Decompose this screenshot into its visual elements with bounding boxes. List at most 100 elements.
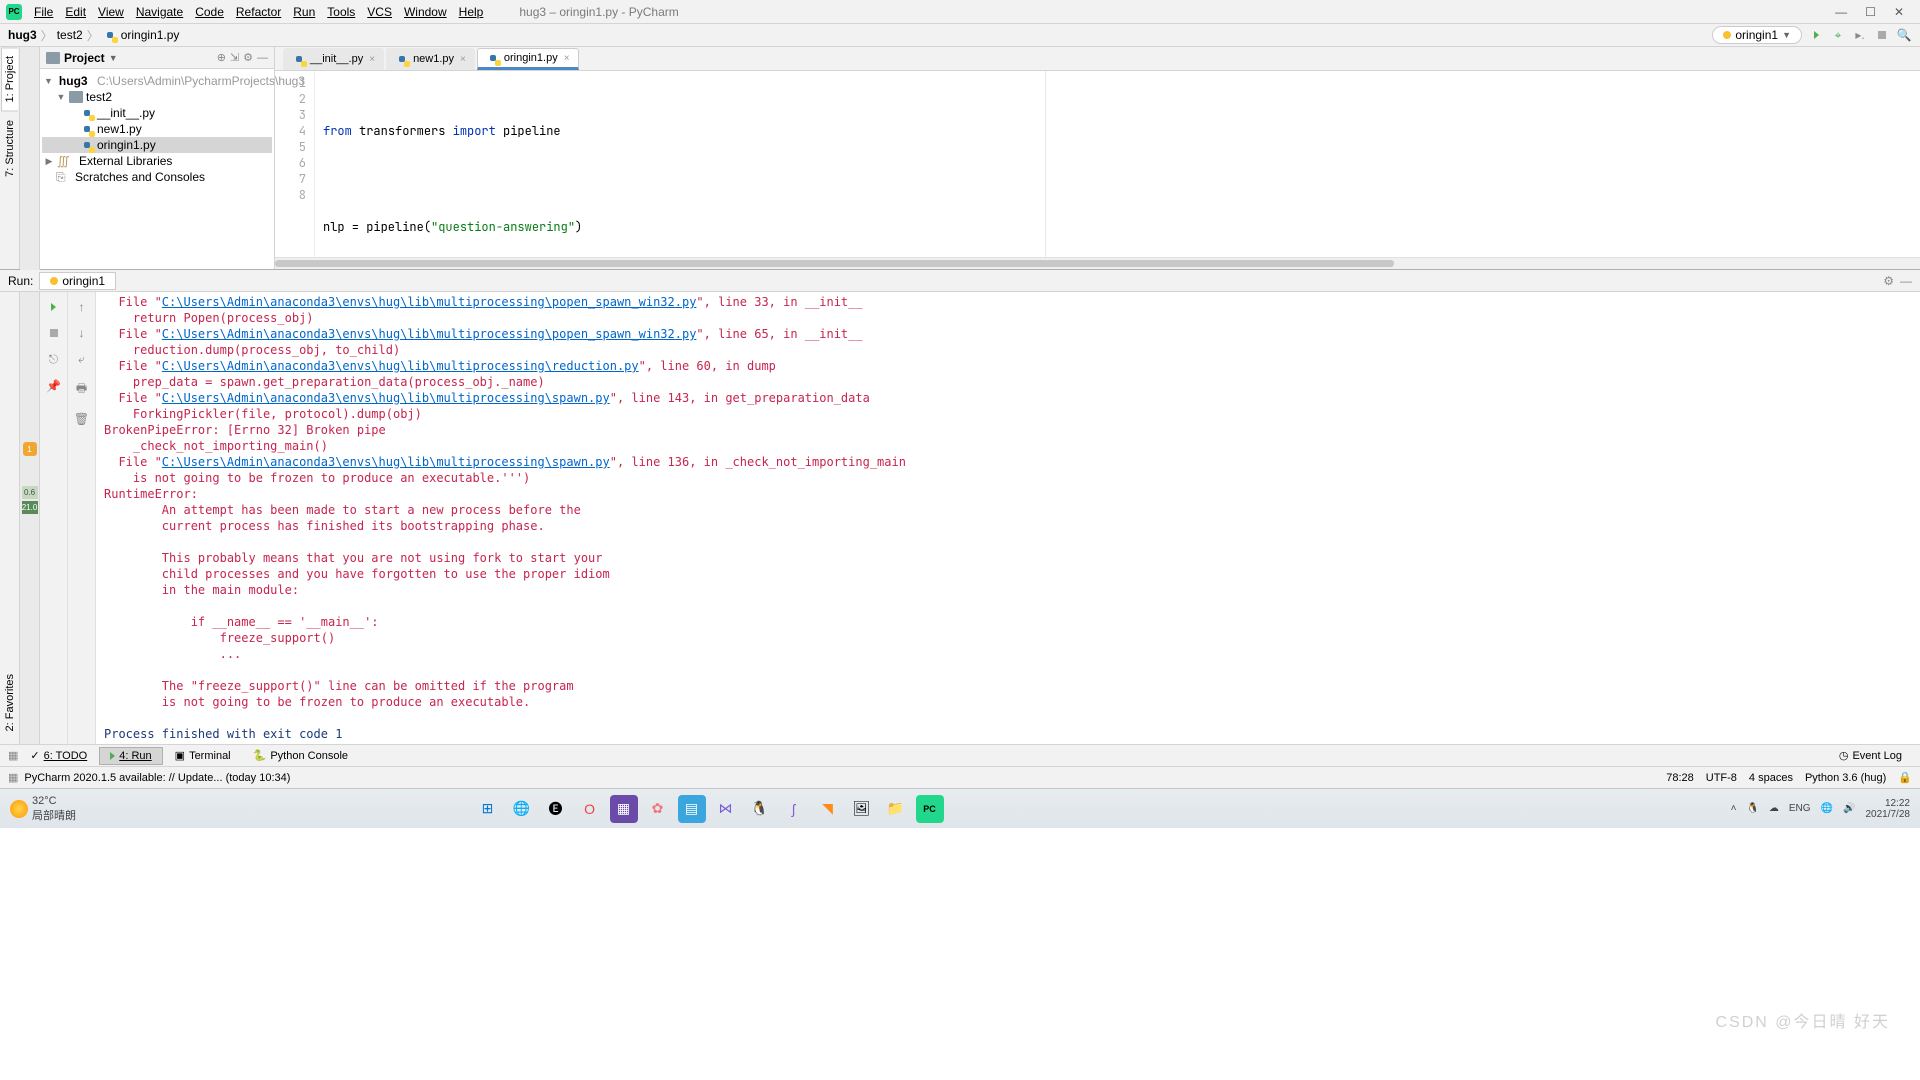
editor-tab[interactable]: new1.py×	[386, 48, 475, 70]
indent-setting[interactable]: 4 spaces	[1749, 772, 1793, 784]
rerun-button[interactable]	[51, 300, 56, 314]
menu-edit[interactable]: Edit	[59, 3, 92, 21]
stack-trace-link[interactable]: C:\Users\Admin\anaconda3\envs\hug\lib\mu…	[162, 295, 697, 309]
menu-run[interactable]: Run	[287, 3, 321, 21]
tool-tab-favorites[interactable]: 2: Favorites	[1, 665, 19, 740]
app-icon[interactable]: ʃ	[780, 795, 808, 823]
menu-refactor[interactable]: Refactor	[230, 3, 287, 21]
tab-python-console[interactable]: 🐍 Python Console	[243, 747, 358, 764]
breadcrumb-folder[interactable]: test2	[57, 28, 83, 42]
run-tab[interactable]: oringin1	[39, 272, 116, 290]
search-everywhere-icon[interactable]: 🔍	[1896, 27, 1912, 43]
stack-trace-link[interactable]: C:\Users\Admin\anaconda3\envs\hug\lib\mu…	[162, 391, 610, 405]
status-menu-icon[interactable]: ▦	[8, 771, 18, 784]
edge-icon[interactable]: 🅔	[542, 795, 570, 823]
tray-ime[interactable]: ENG	[1789, 803, 1811, 814]
close-tab-icon[interactable]: ×	[460, 54, 466, 65]
python-interpreter[interactable]: Python 3.6 (hug)	[1805, 772, 1886, 784]
status-update[interactable]: PyCharm 2020.1.5 available: // Update...…	[24, 772, 290, 784]
expand-icon[interactable]: ⇲	[230, 51, 239, 64]
up-button[interactable]: ↑	[79, 300, 85, 314]
tab-todo[interactable]: ✓ 6: TODO	[20, 747, 97, 764]
vscode-icon[interactable]: ⋈	[712, 795, 740, 823]
menu-file[interactable]: File	[28, 3, 59, 21]
menu-navigate[interactable]: Navigate	[130, 3, 189, 21]
pin-button[interactable]: 📌	[46, 379, 61, 393]
clear-button[interactable]: 🗑	[74, 412, 89, 426]
qq-icon[interactable]: 🐧	[746, 795, 774, 823]
gear-icon[interactable]: ⚙	[243, 51, 253, 64]
locate-icon[interactable]: ⊕	[217, 51, 226, 64]
hide-icon[interactable]: —	[1900, 274, 1912, 288]
tray-chevron-icon[interactable]: ˄	[1731, 803, 1737, 814]
tray-volume-icon[interactable]: 🔊	[1843, 803, 1855, 814]
pycharm-taskbar-icon[interactable]: PC	[916, 795, 944, 823]
breadcrumb-file[interactable]: oringin1.py	[121, 28, 180, 42]
soft-wrap-button[interactable]: ⤶	[78, 352, 85, 367]
app-icon[interactable]: ▤	[678, 795, 706, 823]
start-button[interactable]: ⊞	[474, 795, 502, 823]
run-config-selector[interactable]: oringin1 ▼	[1712, 26, 1802, 44]
menu-view[interactable]: View	[92, 3, 130, 21]
stop-button[interactable]	[50, 326, 58, 340]
stack-trace-link[interactable]: C:\Users\Admin\anaconda3\envs\hug\lib\mu…	[162, 327, 697, 341]
tree-file[interactable]: new1.py	[42, 121, 272, 137]
tray-time[interactable]: 12:22	[1865, 798, 1910, 809]
exit-button[interactable]: ⎋	[49, 352, 59, 367]
tree-file[interactable]: __init__.py	[42, 105, 272, 121]
stack-trace-link[interactable]: C:\Users\Admin\anaconda3\envs\hug\lib\mu…	[162, 455, 610, 469]
tray-cloud-icon[interactable]: ☁	[1769, 803, 1779, 814]
close-tab-icon[interactable]: ×	[564, 53, 570, 64]
taskbar-weather[interactable]: 32°C局部晴朗	[10, 795, 76, 823]
tab-event-log[interactable]: ◷ Event Log	[1829, 747, 1912, 764]
pictures-icon[interactable]: 🖼	[848, 795, 876, 823]
tray-date[interactable]: 2021/7/28	[1865, 809, 1910, 820]
menu-code[interactable]: Code	[189, 3, 230, 21]
coverage-button[interactable]: ▸.	[1852, 27, 1868, 43]
stack-trace-link[interactable]: C:\Users\Admin\anaconda3\envs\hug\lib\mu…	[162, 359, 639, 373]
menu-vcs[interactable]: VCS	[361, 3, 398, 21]
chevron-down-icon: ▼	[1782, 30, 1791, 40]
lock-icon[interactable]: 🔒	[1898, 771, 1912, 784]
app-icon[interactable]: ◥	[814, 795, 842, 823]
menu-help[interactable]: Help	[453, 3, 490, 21]
chevron-down-icon[interactable]: ▼	[109, 53, 118, 63]
close-icon[interactable]: ✕	[1894, 5, 1904, 19]
print-button[interactable]: 🖶	[76, 379, 87, 400]
tool-tab-project[interactable]: 1: Project	[1, 47, 18, 111]
tab-run[interactable]: 4: Run	[99, 747, 162, 765]
stop-button[interactable]	[1874, 27, 1890, 43]
explorer-icon[interactable]: 📁	[882, 795, 910, 823]
tab-terminal[interactable]: ▣ Terminal	[165, 747, 241, 764]
editor-tab-active[interactable]: oringin1.py×	[477, 48, 579, 70]
hide-icon[interactable]: —	[257, 52, 268, 64]
gear-icon[interactable]: ⚙	[1883, 274, 1894, 288]
caret-position[interactable]: 78:28	[1666, 772, 1694, 784]
sun-icon	[10, 800, 28, 818]
console-output[interactable]: File "C:\Users\Admin\anaconda3\envs\hug\…	[96, 292, 1920, 744]
run-button[interactable]	[1808, 27, 1824, 43]
maximize-icon[interactable]: ☐	[1865, 5, 1876, 19]
project-tree[interactable]: ▼hug3 C:\Users\Admin\PycharmProjects\hug…	[40, 69, 274, 189]
left-stripe-bottom: 2: Favorites	[0, 292, 20, 744]
tray-app-icon[interactable]: 🐧	[1746, 803, 1758, 814]
opera-icon[interactable]: O	[576, 795, 604, 823]
horizontal-scrollbar[interactable]	[275, 257, 1920, 269]
down-button[interactable]: ↓	[79, 326, 85, 340]
breadcrumb-root[interactable]: hug3	[8, 28, 37, 42]
menu-tools[interactable]: Tools	[321, 3, 361, 21]
tray-network-icon[interactable]: 🌐	[1821, 803, 1833, 814]
code-area[interactable]: 12345678 from transformers import pipeli…	[275, 71, 1920, 257]
editor-tab[interactable]: __init__.py×	[283, 48, 384, 70]
tree-file-selected[interactable]: oringin1.py	[42, 137, 272, 153]
tool-menu-icon[interactable]: ▦	[8, 749, 18, 762]
app-icon[interactable]: ✿	[644, 795, 672, 823]
close-tab-icon[interactable]: ×	[369, 54, 375, 65]
menu-window[interactable]: Window	[398, 3, 453, 21]
app-icon[interactable]: ▦	[610, 795, 638, 823]
file-encoding[interactable]: UTF-8	[1706, 772, 1737, 784]
debug-button[interactable]: ⌖	[1830, 27, 1846, 43]
chrome-icon[interactable]: 🌐	[508, 795, 536, 823]
minimize-icon[interactable]: —	[1835, 5, 1847, 19]
tool-tab-structure[interactable]: 7: Structure	[1, 111, 19, 186]
